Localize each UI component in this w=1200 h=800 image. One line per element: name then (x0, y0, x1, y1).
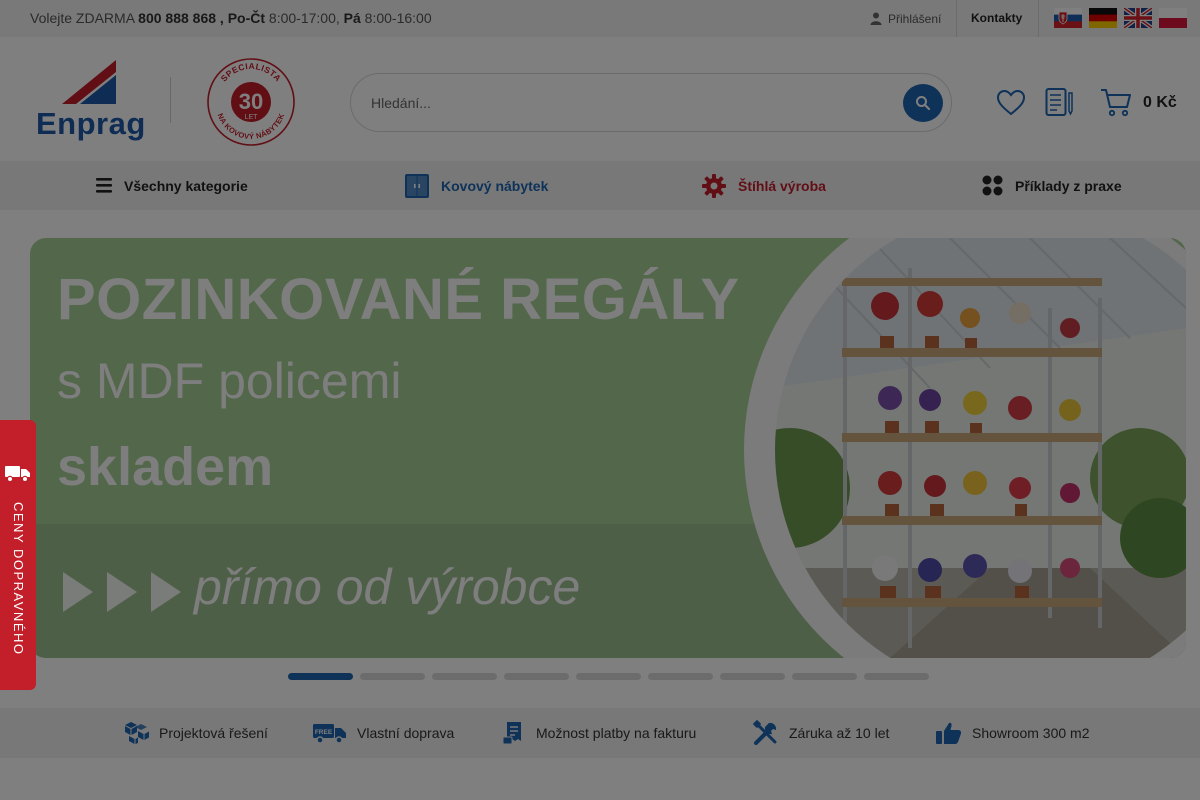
shipping-prices-label: CENY DOPRAVNÉHO (11, 502, 26, 656)
modal-backdrop[interactable] (0, 0, 1200, 800)
shipping-prices-tab[interactable]: CENY DOPRAVNÉHO (0, 420, 36, 690)
truck-icon (5, 466, 30, 483)
